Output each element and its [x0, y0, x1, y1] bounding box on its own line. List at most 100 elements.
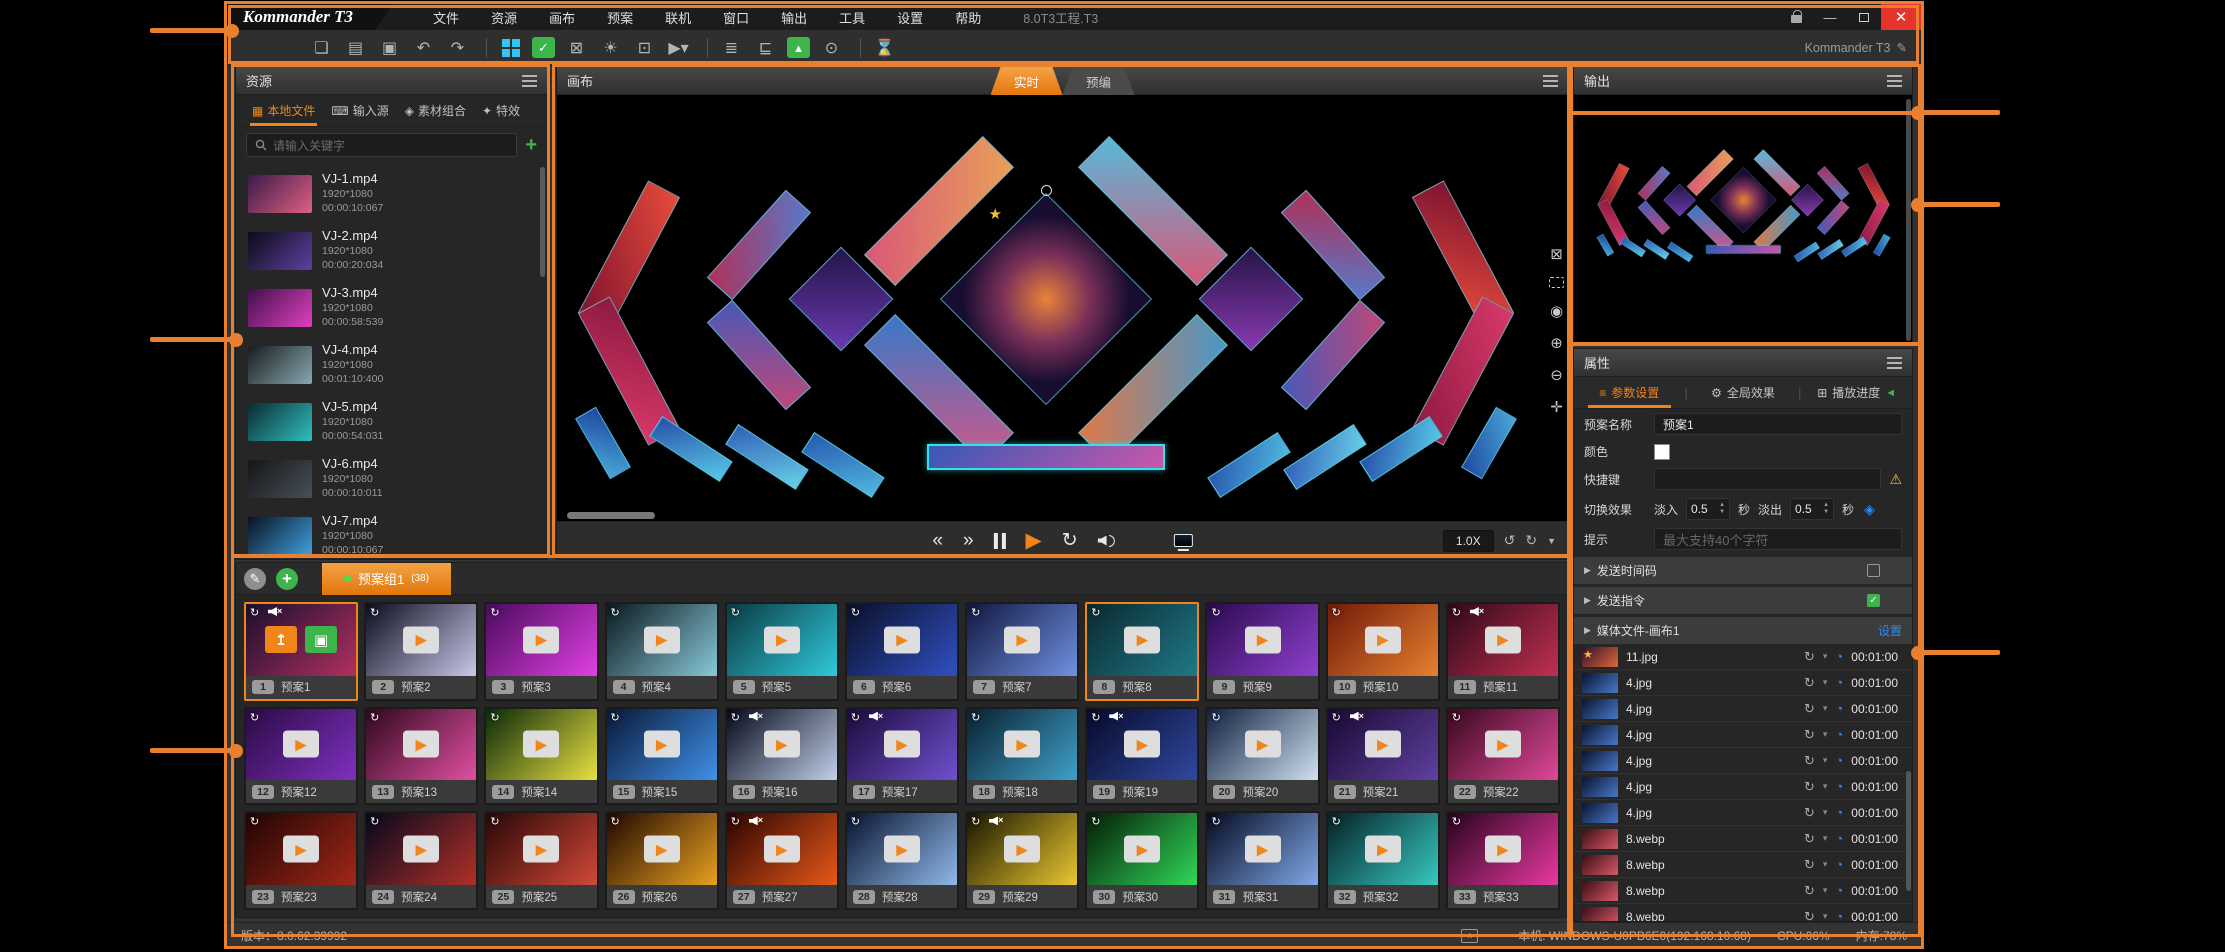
- save-project-icon[interactable]: ▣: [377, 36, 402, 60]
- led-screen[interactable]: [1359, 416, 1443, 482]
- play-button[interactable]: ▶: [1026, 530, 1042, 551]
- loop-mode-icon[interactable]: ↻: [1804, 805, 1815, 821]
- preset-play-button[interactable]: ▶: [1485, 626, 1521, 653]
- speed-up-icon[interactable]: ↻: [1525, 532, 1537, 549]
- monitor-icon[interactable]: [1174, 534, 1193, 547]
- led-screen[interactable]: [1638, 200, 1671, 234]
- led-screen-center[interactable]: [1710, 167, 1776, 233]
- led-screen[interactable]: [1817, 200, 1850, 234]
- brightness-icon[interactable]: ☀: [598, 36, 623, 60]
- volume-button[interactable]: [1098, 535, 1115, 547]
- stepper-arrows[interactable]: ▲▼: [1719, 502, 1725, 515]
- media-row[interactable]: ★ 8.webp ↻ ▾ ◔ 00:01:00: [1574, 904, 1912, 921]
- led-screen[interactable]: [1280, 190, 1384, 300]
- prev-button[interactable]: «: [932, 531, 943, 550]
- menu-item[interactable]: 帮助: [939, 8, 997, 27]
- separator[interactable]: [481, 38, 487, 58]
- preset-tile[interactable]: ↻ × ▶ ↥ ▣ 4 预案4: [605, 602, 719, 701]
- fit-canvas-icon[interactable]: ⊠: [1550, 245, 1563, 263]
- loop-mode-icon[interactable]: ↻: [1804, 753, 1815, 769]
- loop-mode-icon[interactable]: ↻: [1804, 857, 1815, 873]
- separator[interactable]: [855, 38, 861, 58]
- tab-global-effects[interactable]: ⚙全局效果: [1688, 377, 1799, 408]
- separator[interactable]: [702, 38, 708, 58]
- preset-tile[interactable]: ↻ × ▶ ↥ ▣ 7 预案7: [965, 602, 1079, 701]
- speed-dropdown-icon[interactable]: ▼: [1547, 536, 1556, 546]
- menu-item[interactable]: 工具: [823, 8, 881, 27]
- loop-mode-icon[interactable]: ↻: [1804, 701, 1815, 717]
- output-disable-icon[interactable]: ⊠: [564, 36, 589, 60]
- project-folder-icon[interactable]: ⊙: [819, 36, 844, 60]
- file-item[interactable]: VJ-3.mp4 1920*1080 00:00:58:539: [236, 279, 547, 336]
- preset-play-button[interactable]: ▶: [1124, 836, 1160, 863]
- close-button[interactable]: ✕: [1881, 4, 1921, 30]
- preset-play-button[interactable]: ▶: [1124, 626, 1160, 653]
- add-group-button[interactable]: +: [276, 568, 298, 590]
- preset-play-button[interactable]: ▶: [523, 626, 559, 653]
- loop-dropdown-icon[interactable]: ▾: [1823, 729, 1828, 740]
- preset-tile[interactable]: ↻ × ▶ ↥ ▣ 6 预案6: [845, 602, 959, 701]
- preset-name-input[interactable]: 预案1: [1654, 413, 1902, 435]
- preset-play-button[interactable]: ▶: [1245, 626, 1281, 653]
- preset-tile[interactable]: ↻ × ▶ ↥ ▣ 15 预案15: [605, 707, 719, 806]
- menu-item[interactable]: 预案: [591, 8, 649, 27]
- led-screen[interactable]: [649, 416, 733, 482]
- preset-play-button[interactable]: ▶: [523, 731, 559, 758]
- speed-down-icon[interactable]: ↺: [1504, 532, 1516, 549]
- preset-play-button[interactable]: ▶: [884, 836, 920, 863]
- preset-group-tab[interactable]: 预案组1 (38): [322, 563, 451, 595]
- preset-tile[interactable]: ↻ × ▶ ↥ ▣ 20 预案20: [1205, 707, 1319, 806]
- tab-play-progress[interactable]: ⊞播放进度◄: [1801, 377, 1912, 408]
- preset-play-button[interactable]: ▶: [764, 626, 800, 653]
- effect-cube-icon[interactable]: ◈: [1864, 501, 1875, 518]
- media-row[interactable]: ★ 8.webp ↻ ▾ ◔ 00:01:00: [1574, 852, 1912, 878]
- preset-tile[interactable]: ↻ × ▶ ↥ ▣ 22 预案22: [1446, 707, 1560, 806]
- preset-play-button[interactable]: ▶: [884, 626, 920, 653]
- preset-tile[interactable]: ↻ × ▶ ↥ ▣ 32 预案32: [1326, 811, 1440, 910]
- preset-play-button[interactable]: ▶: [764, 836, 800, 863]
- preset-tile[interactable]: ↻ × ▶ ↥ ▣ 12 预案12: [244, 707, 358, 806]
- preset-play-button[interactable]: ▶: [1124, 731, 1160, 758]
- menu-item[interactable]: 文件: [417, 8, 475, 27]
- preset-tile[interactable]: ↻ × ▶ ↥ ▣ 26 预案26: [605, 811, 719, 910]
- preset-play-button[interactable]: ▶: [283, 731, 319, 758]
- led-screen[interactable]: [1706, 245, 1780, 253]
- preset-play-button[interactable]: ▶: [644, 731, 680, 758]
- undo-icon[interactable]: ↶: [411, 36, 436, 60]
- loop-dropdown-icon[interactable]: ▾: [1823, 911, 1828, 921]
- preset-tile[interactable]: ↻ × ▶ ↥ ▣ 3 预案3: [484, 602, 598, 701]
- play-mode-icon[interactable]: ▶▾: [666, 36, 691, 60]
- preset-tile[interactable]: ↻ × ▶ ↥ ▣ 21 预案21: [1326, 707, 1440, 806]
- preset-play-button[interactable]: ▶: [1004, 836, 1040, 863]
- panel-menu-icon[interactable]: [1887, 80, 1902, 82]
- resource-tab[interactable]: ◈素材组合: [397, 95, 474, 126]
- subtitle-icon[interactable]: ⊑: [753, 36, 778, 60]
- preset-tile[interactable]: ↻ × ▶ ↥ ▣ 1 预案1: [244, 602, 358, 701]
- duration-clock-icon[interactable]: ◔: [1835, 857, 1843, 872]
- led-screen[interactable]: [575, 407, 631, 480]
- preset-tile[interactable]: ↻ × ▶ ↥ ▣ 8 预案8: [1085, 602, 1199, 701]
- led-screen[interactable]: [725, 424, 809, 490]
- led-screen[interactable]: [1667, 242, 1693, 263]
- preset-tile[interactable]: ↻ × ▶ ↥ ▣ 25 预案25: [484, 811, 598, 910]
- search-input[interactable]: 请输入关键字: [246, 133, 517, 157]
- media-row[interactable]: ★ 4.jpg ↻ ▾ ◔ 00:01:00: [1574, 774, 1912, 800]
- color-swatch[interactable]: [1654, 444, 1670, 460]
- led-screen[interactable]: [706, 190, 810, 300]
- loop-mode-icon[interactable]: ↻: [1804, 779, 1815, 795]
- minimize-button[interactable]: —: [1813, 4, 1847, 30]
- tab-realtime[interactable]: 实时: [991, 67, 1063, 95]
- preset-tile[interactable]: ↻ × ▶ ↥ ▣ 27 预案27: [725, 811, 839, 910]
- led-screen[interactable]: [1873, 234, 1890, 257]
- loop-mode-icon[interactable]: ↻: [1804, 909, 1815, 922]
- loop-dropdown-icon[interactable]: ▾: [1823, 651, 1828, 662]
- led-screen-center[interactable]: [939, 193, 1151, 405]
- duration-clock-icon[interactable]: ◔: [1835, 675, 1843, 690]
- menu-item[interactable]: 窗口: [707, 8, 765, 27]
- loop-mode-icon[interactable]: ↻: [1804, 727, 1815, 743]
- screen-layout-icon[interactable]: [498, 36, 523, 60]
- loop-mode-icon[interactable]: ↻: [1804, 883, 1815, 899]
- preset-play-button[interactable]: ▶: [1245, 836, 1281, 863]
- preset-tile[interactable]: ↻ × ▶ ↥ ▣ 30 预案30: [1085, 811, 1199, 910]
- media-row[interactable]: ★ 8.webp ↻ ▾ ◔ 00:01:00: [1574, 878, 1912, 904]
